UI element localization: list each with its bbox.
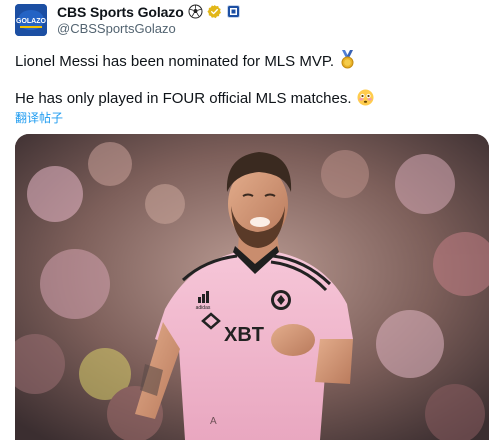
affiliate-badge-icon[interactable] <box>226 4 241 19</box>
shirt-sponsor-text: XBT <box>224 324 264 346</box>
tweet-text: He has only played in FOUR official MLS … <box>15 90 352 107</box>
tweet-photo[interactable]: adidas XBT A <box>15 134 489 440</box>
avatar[interactable]: GOLAZO <box>15 4 47 36</box>
svg-text:A: A <box>210 416 217 427</box>
tweet-text-line-2: He has only played in FOUR official MLS … <box>15 89 374 112</box>
display-name[interactable]: CBS Sports Golazo <box>57 4 184 20</box>
avatar-text: GOLAZO <box>16 18 46 25</box>
shirt-brand-text: adidas <box>196 305 211 311</box>
soccer-ball-icon <box>188 4 203 19</box>
translate-post-link[interactable]: 翻译帖子 <box>15 109 63 126</box>
tweet-text-line-1: Lionel Messi has been nominated for MLS … <box>15 50 356 75</box>
tweet-card: GOLAZO CBS Sports Golazo @CBSSportsGolaz… <box>0 0 500 440</box>
tweet-text: Lionel Messi has been nominated for MLS … <box>15 53 335 70</box>
gold-verified-icon[interactable] <box>207 4 222 19</box>
medal-icon <box>339 50 356 75</box>
flushed-face-icon <box>357 89 374 112</box>
name-row: CBS Sports Golazo <box>57 3 241 20</box>
user-handle[interactable]: @CBSSportsGolazo <box>57 21 176 36</box>
